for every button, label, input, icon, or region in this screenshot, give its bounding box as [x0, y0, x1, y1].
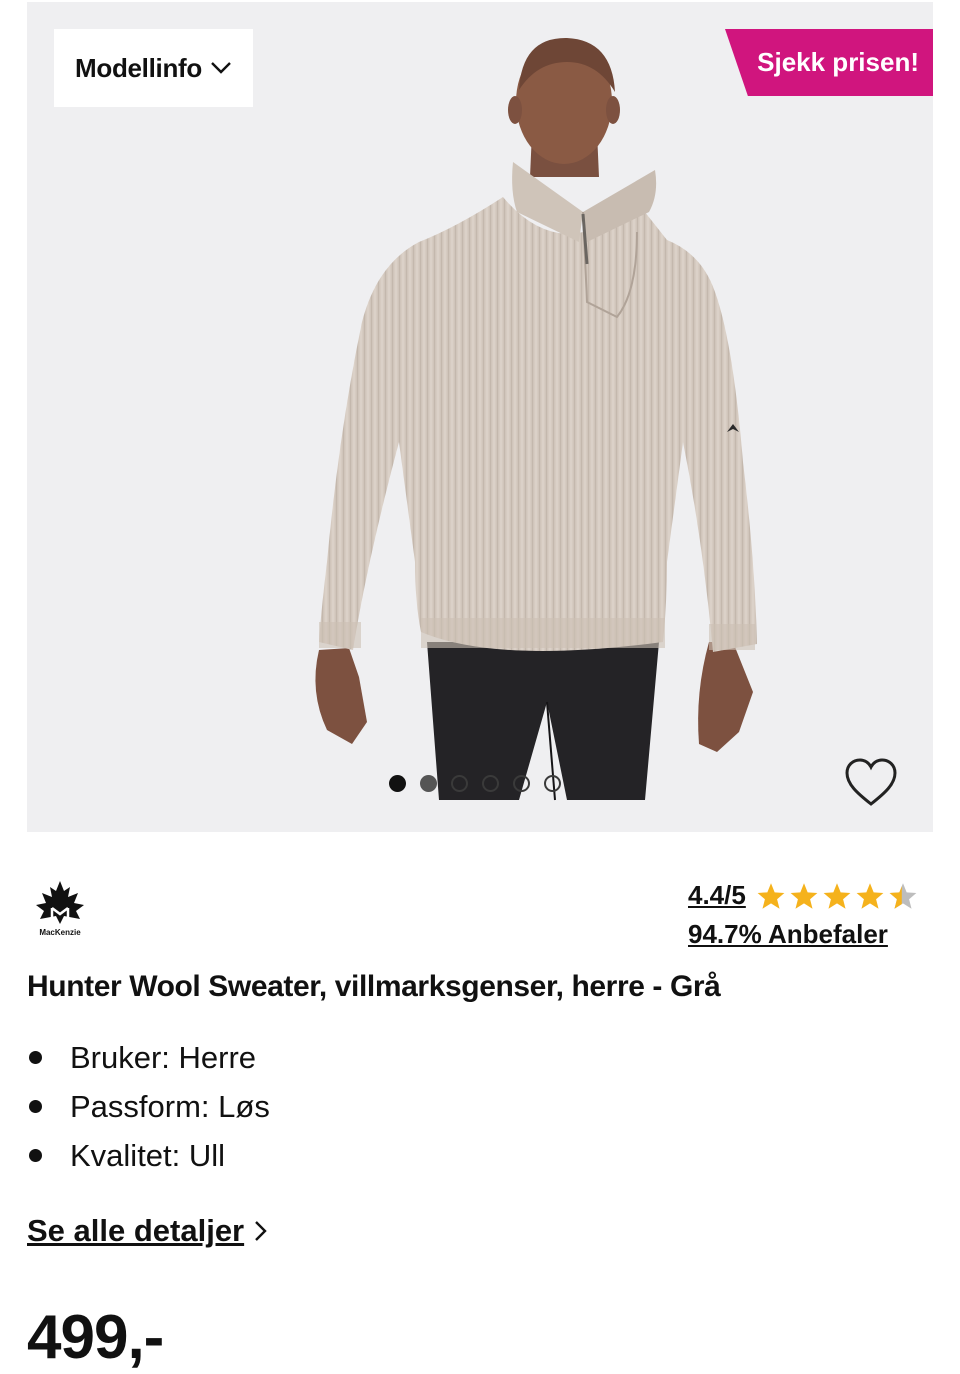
spec-text: Kvalitet: Ull: [70, 1137, 226, 1173]
pagination-dot[interactable]: [451, 775, 468, 792]
recommend-percentage[interactable]: 94.7% Anbefaler: [688, 919, 918, 950]
bullet-icon: [29, 1100, 42, 1113]
brand-logo[interactable]: MacKenzie: [30, 878, 90, 938]
see-all-details-label: Se alle detaljer: [27, 1213, 245, 1248]
image-pagination: [389, 775, 561, 792]
check-price-badge[interactable]: Sjekk prisen!: [725, 29, 933, 96]
half-star-icon: [889, 882, 917, 909]
star-icon: [790, 882, 818, 909]
product-page: Modellinfo Sjekk prisen! MacKenzie 4.4/5…: [0, 0, 960, 1374]
model-info-label: Modellinfo: [75, 52, 202, 83]
chevron-right-icon: [254, 1219, 268, 1243]
check-price-label: Sjekk prisen!: [757, 47, 919, 77]
star-rating: [756, 882, 918, 910]
see-all-details-link[interactable]: Se alle detaljer: [27, 1213, 268, 1249]
bullet-icon: [29, 1149, 42, 1162]
product-image[interactable]: [27, 2, 933, 832]
product-price: 499,-: [27, 1303, 164, 1372]
pagination-dot[interactable]: [389, 775, 406, 792]
star-icon: [823, 882, 851, 909]
spec-item: Passform: Løs: [27, 1082, 270, 1131]
pagination-dot[interactable]: [482, 775, 499, 792]
product-title: Hunter Wool Sweater, villmarksgenser, he…: [27, 970, 721, 1003]
star-icon: [856, 882, 884, 909]
product-gallery[interactable]: Modellinfo Sjekk prisen!: [27, 2, 933, 832]
spec-list: Bruker: Herre Passform: Løs Kvalitet: Ul…: [27, 1033, 270, 1180]
star-icon: [757, 882, 785, 909]
rating-score[interactable]: 4.4/5: [688, 880, 746, 911]
spec-text: Bruker: Herre: [70, 1039, 257, 1075]
pagination-dot[interactable]: [544, 775, 561, 792]
bullet-icon: [29, 1051, 42, 1064]
model-info-button[interactable]: Modellinfo: [54, 29, 253, 107]
spec-text: Passform: Løs: [70, 1088, 270, 1124]
brand-name: MacKenzie: [39, 928, 81, 937]
rating-summary: 4.4/5 94.7% Anbefaler: [688, 880, 918, 950]
pagination-dot[interactable]: [420, 775, 437, 792]
spec-item: Bruker: Herre: [27, 1033, 270, 1082]
spec-item: Kvalitet: Ull: [27, 1131, 270, 1180]
pagination-dot[interactable]: [513, 775, 530, 792]
chevron-down-icon: [210, 61, 232, 75]
heart-icon[interactable]: [843, 757, 899, 809]
